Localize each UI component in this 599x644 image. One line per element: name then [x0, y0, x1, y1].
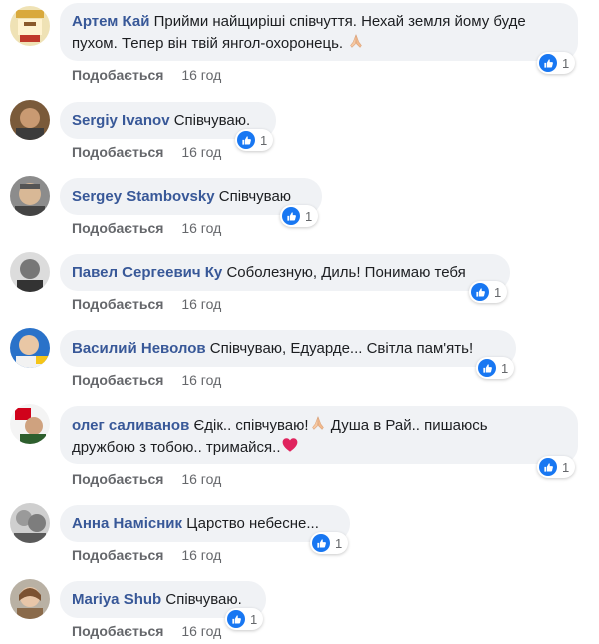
reaction-count[interactable]: 1 — [537, 456, 576, 478]
comment-text: Співчуваю. — [173, 112, 251, 129]
comment-text: Єдік.. співчуваю! — [193, 417, 309, 434]
timestamp[interactable]: 16 год — [181, 144, 221, 160]
avatar[interactable] — [10, 176, 50, 216]
comment-text: Царство небесне... — [186, 515, 319, 532]
like-icon — [471, 283, 489, 301]
comment-actions: Подобається 16 год — [72, 372, 221, 388]
reaction-count[interactable]: 1 — [235, 129, 274, 151]
avatar[interactable] — [10, 328, 50, 368]
comment-text: Співчуваю — [218, 188, 292, 205]
comment-bubble: олег саливанов Єдік.. співчуваю! Душа в … — [60, 406, 578, 464]
comment-text: Душа в Рай.. пишаюсь — [330, 417, 488, 434]
like-button[interactable]: Подобається — [72, 471, 163, 487]
folded-hands-icon — [309, 414, 327, 432]
comment-bubble: Павел Сергеевич Ку Соболезную, Диль! Пон… — [60, 254, 510, 291]
comment-bubble: Анна Намісник Царство небесне... — [60, 505, 350, 542]
like-icon — [312, 534, 330, 552]
comment-actions: Подобається 16 год — [72, 547, 221, 563]
timestamp[interactable]: 16 год — [181, 547, 221, 563]
comment-text: Співчуваю, Едуарде... Світла пам'ять! — [209, 340, 474, 357]
comment-author[interactable]: Василий Неволов — [72, 340, 206, 357]
comment-actions: Подобається 16 год — [72, 144, 221, 160]
like-button[interactable]: Подобається — [72, 144, 163, 160]
timestamp[interactable]: 16 год — [181, 372, 221, 388]
avatar[interactable] — [10, 252, 50, 292]
timestamp[interactable]: 16 год — [181, 67, 221, 83]
comment-actions: Подобається 16 год — [72, 296, 221, 312]
comment-author[interactable]: олег саливанов — [72, 417, 189, 434]
comment-author[interactable]: Павел Сергеевич Ку — [72, 264, 222, 281]
avatar[interactable] — [10, 404, 50, 444]
comment-text: пухом. Тепер він твій янгол-охоронець. — [72, 35, 344, 52]
red-heart-icon — [281, 436, 299, 454]
folded-hands-icon — [347, 32, 365, 50]
comment-actions: Подобається 16 год — [72, 67, 221, 83]
like-icon — [237, 131, 255, 149]
comment-text: дружбою з тобою.. тримайся.. — [72, 439, 281, 456]
comment-author[interactable]: Артем Кай — [72, 13, 149, 30]
like-icon — [539, 54, 557, 72]
like-icon — [282, 207, 300, 225]
comment-actions: Подобається 16 год — [72, 471, 221, 487]
like-button[interactable]: Подобається — [72, 372, 163, 388]
like-icon — [478, 359, 496, 377]
reaction-count[interactable]: 1 — [537, 52, 576, 74]
like-icon — [539, 458, 557, 476]
comment-text: Соболезную, Диль! Понимаю тебя — [226, 264, 466, 281]
comment-author[interactable]: Mariya Shub — [72, 591, 161, 608]
like-button[interactable]: Подобається — [72, 220, 163, 236]
comment-bubble: Василий Неволов Співчуваю, Едуарде... Св… — [60, 330, 516, 367]
reaction-count[interactable]: 1 — [280, 205, 319, 227]
comment-actions: Подобається 16 год — [72, 623, 221, 639]
comment-author[interactable]: Анна Намісник — [72, 515, 182, 532]
like-button[interactable]: Подобається — [72, 67, 163, 83]
reaction-count[interactable]: 1 — [310, 532, 349, 554]
timestamp[interactable]: 16 год — [181, 220, 221, 236]
like-button[interactable]: Подобається — [72, 547, 163, 563]
reaction-count[interactable]: 1 — [225, 608, 264, 630]
like-button[interactable]: Подобається — [72, 296, 163, 312]
comment-text: Прийми найщиріші співчуття. Нехай земля … — [153, 13, 526, 30]
reaction-count[interactable]: 1 — [469, 281, 508, 303]
timestamp[interactable]: 16 год — [181, 623, 221, 639]
like-button[interactable]: Подобається — [72, 623, 163, 639]
comment-actions: Подобається 16 год — [72, 220, 221, 236]
avatar[interactable] — [10, 579, 50, 619]
timestamp[interactable]: 16 год — [181, 296, 221, 312]
timestamp[interactable]: 16 год — [181, 471, 221, 487]
avatar[interactable] — [10, 6, 50, 46]
avatar[interactable] — [10, 100, 50, 140]
comment-text: Співчуваю. — [165, 591, 242, 608]
comment-author[interactable]: Sergey Stambovsky — [72, 188, 215, 205]
avatar[interactable] — [10, 503, 50, 543]
comment-bubble: Артем Кай Прийми найщиріші співчуття. Не… — [60, 3, 578, 61]
reaction-count[interactable]: 1 — [476, 357, 515, 379]
like-icon — [227, 610, 245, 628]
comment-author[interactable]: Sergiy Ivanov — [72, 112, 170, 129]
